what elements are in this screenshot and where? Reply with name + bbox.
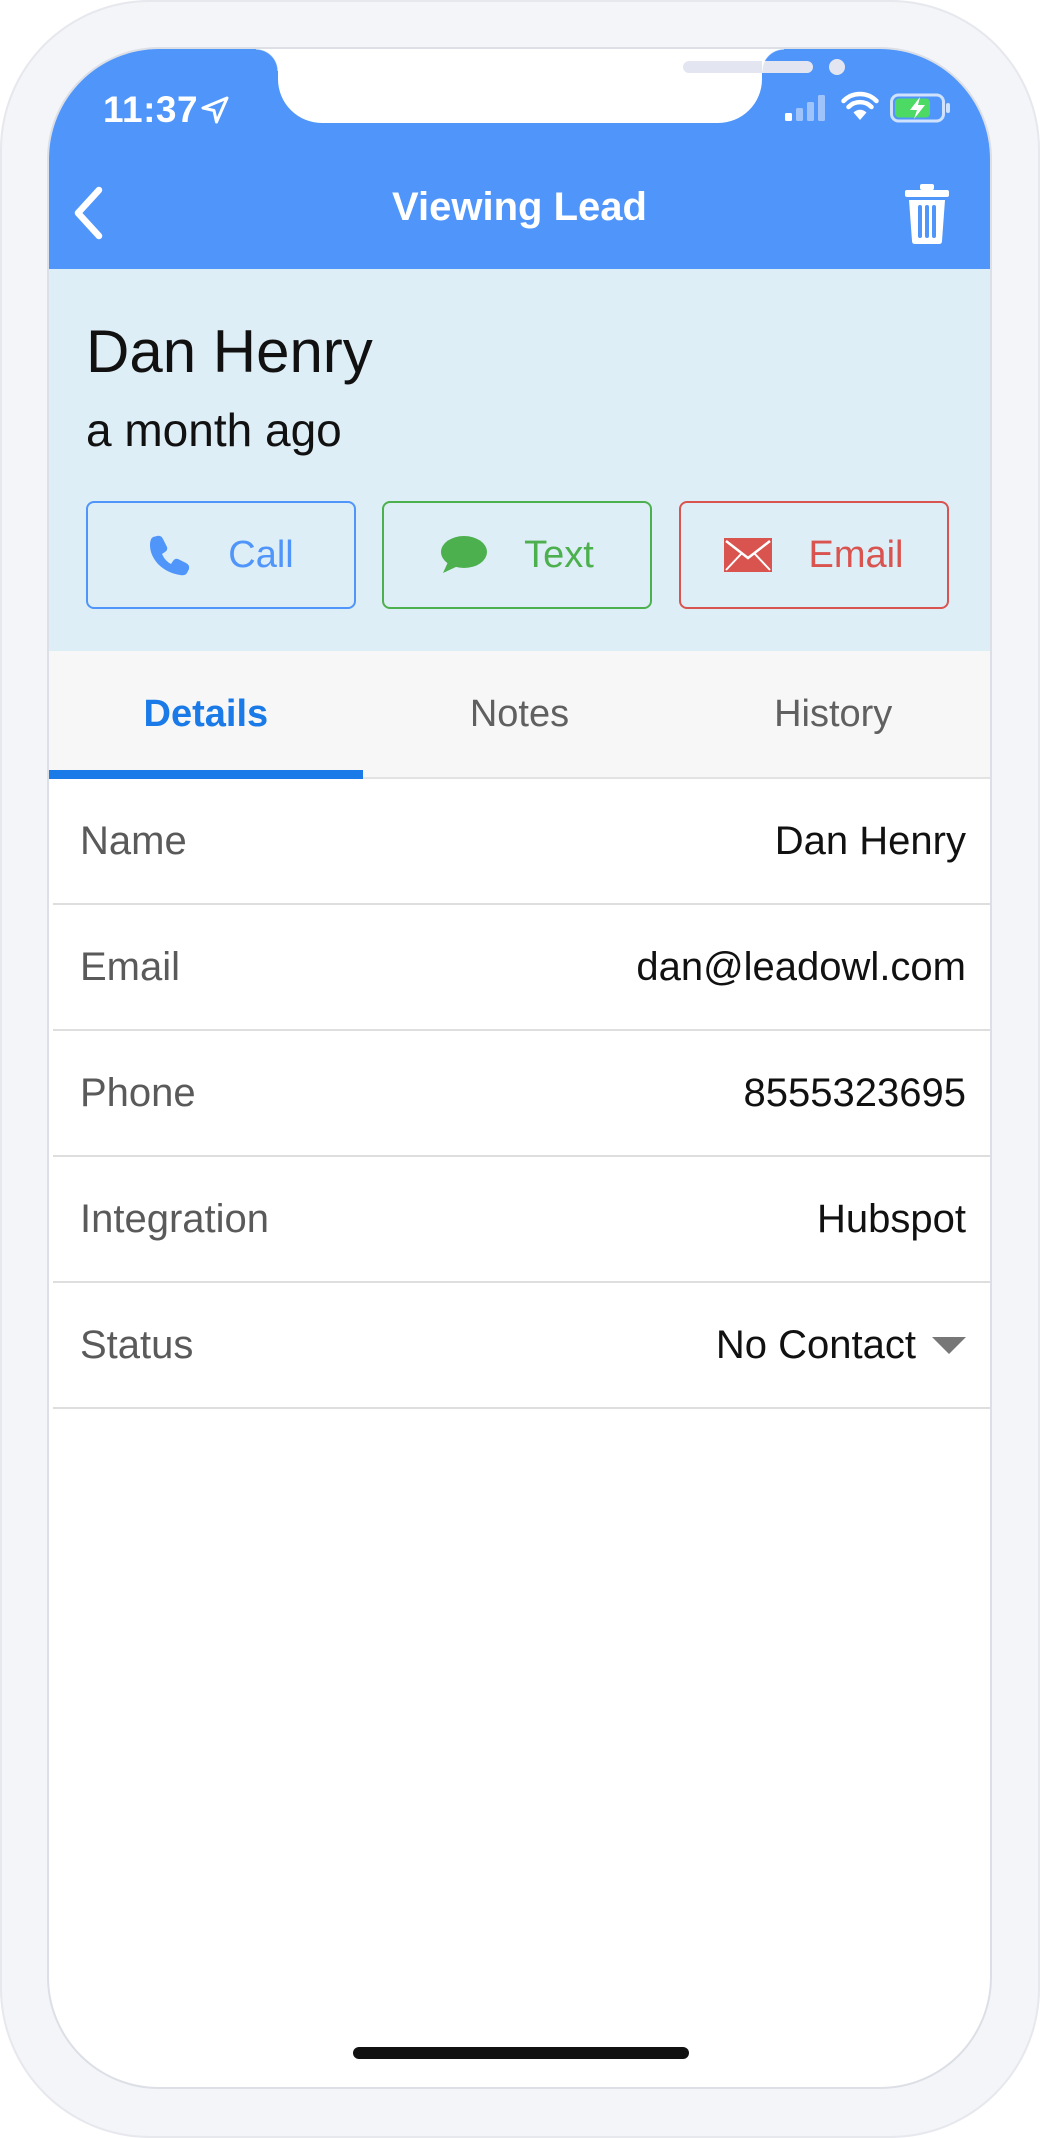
speaker-grille <box>683 61 813 73</box>
detail-row-status: Status No Contact <box>53 1283 990 1409</box>
call-button[interactable]: Call <box>86 501 356 609</box>
detail-label: Status <box>80 1322 194 1367</box>
details-list: Name Dan Henry Email dan@leadowl.com Pho… <box>53 779 990 1409</box>
page-title: Viewing Lead <box>392 185 647 229</box>
detail-label: Email <box>80 944 181 989</box>
front-camera <box>829 59 845 75</box>
device-notch <box>256 49 845 123</box>
call-button-label: Call <box>228 533 294 576</box>
trash-icon <box>905 184 949 244</box>
detail-value: dan@leadowl.com <box>636 944 966 989</box>
lead-tabs: Details Notes History <box>49 651 990 779</box>
navigation-bar: 11:37 Viewing Lead <box>49 49 990 269</box>
status-time: 11:37 <box>103 89 199 130</box>
detail-label: Integration <box>80 1196 270 1241</box>
chat-bubble-icon <box>441 536 488 573</box>
text-button[interactable]: Text <box>382 501 652 609</box>
home-indicator[interactable] <box>353 2047 689 2059</box>
detail-label: Name <box>80 818 187 863</box>
lead-summary: Dan Henry a month ago Call Text Email <box>49 269 990 651</box>
text-button-label: Text <box>524 533 594 576</box>
detail-row-name: Name Dan Henry <box>53 779 990 905</box>
lead-name: Dan Henry <box>86 318 373 385</box>
email-button[interactable]: Email <box>679 501 949 609</box>
detail-row-phone: Phone 8555323695 <box>53 1031 990 1157</box>
caret-down-icon <box>932 1336 966 1354</box>
status-dropdown[interactable]: No Contact <box>716 1323 966 1368</box>
detail-value: Hubspot <box>817 1196 966 1241</box>
cellular-signal-icon <box>785 95 825 121</box>
status-dropdown-value: No Contact <box>715 1322 916 1367</box>
detail-value: Dan Henry <box>774 818 966 863</box>
battery-charging-icon <box>890 93 950 123</box>
tab-notes[interactable]: Notes <box>363 651 677 777</box>
detail-row-email: Email dan@leadowl.com <box>53 905 990 1031</box>
location-arrow-icon <box>201 96 229 124</box>
phone-icon <box>150 535 190 576</box>
app-screen: 11:37 Viewing Lead Dan Henry a month ago… <box>49 49 990 2087</box>
detail-value: 8555323695 <box>743 1070 966 1115</box>
envelope-icon <box>724 538 773 572</box>
email-button-label: Email <box>808 533 904 576</box>
detail-row-integration: Integration Hubspot <box>53 1157 990 1283</box>
tab-history[interactable]: History <box>676 651 990 777</box>
lead-created-time: a month ago <box>86 404 342 456</box>
delete-lead-button[interactable] <box>901 181 953 247</box>
tab-details[interactable]: Details <box>49 651 363 779</box>
detail-label: Phone <box>80 1070 196 1115</box>
wifi-icon <box>841 91 879 120</box>
phone-frame: 11:37 Viewing Lead Dan Henry a month ago… <box>0 0 1040 2138</box>
